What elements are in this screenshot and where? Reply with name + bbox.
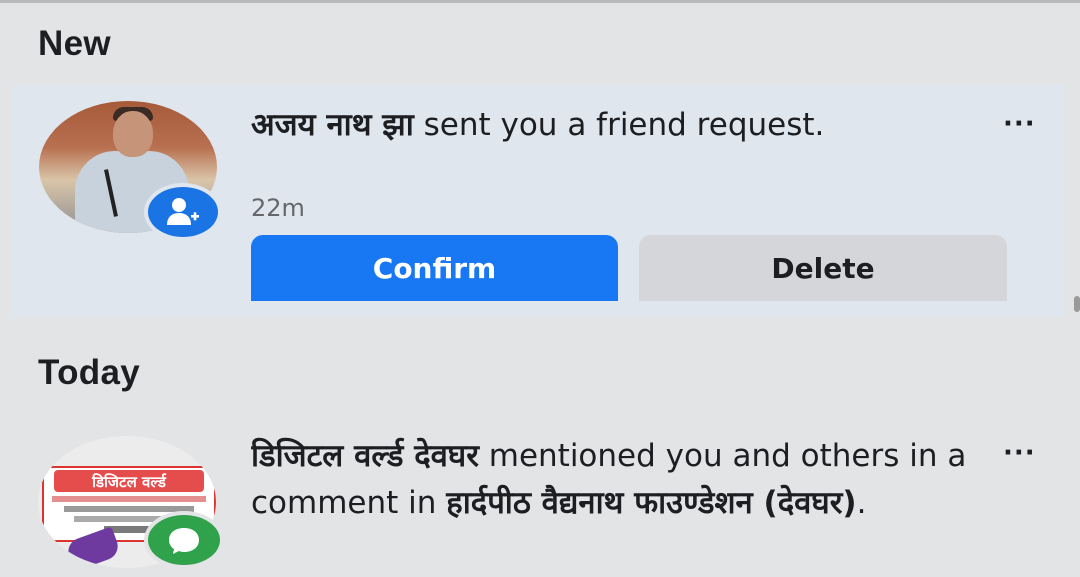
mention-text: डिजिटल वर्ल्ड देवघर mentioned you and ot… — [251, 433, 981, 573]
more-options-icon[interactable]: ··· — [1003, 111, 1036, 137]
top-divider — [0, 0, 1080, 3]
avatar-sign-logo: डिजिटल वर्ल्ड — [54, 470, 204, 492]
friend-request-text: अजय नाथ झा sent you a friend request. — [251, 104, 981, 190]
add-friend-icon — [144, 183, 222, 241]
more-options-icon-2[interactable]: ··· — [1003, 440, 1036, 466]
mention-message-end: . — [856, 485, 867, 521]
scrollbar[interactable] — [1074, 296, 1080, 312]
notification-time: 22m — [251, 194, 305, 222]
svg-text:डिजिटल वर्ल्ड: डिजिटल वर्ल्ड — [91, 473, 167, 491]
section-title-today: Today — [38, 353, 140, 392]
friend-request-message: sent you a friend request. — [413, 107, 825, 143]
sender-name[interactable]: अजय नाथ झा — [251, 107, 414, 143]
confirm-button[interactable]: Confirm — [251, 235, 618, 301]
group-name[interactable]: हार्दपीठ वैद्यनाथ फाउण्डेशन (देवघर) — [446, 485, 856, 521]
comment-icon — [144, 511, 224, 569]
delete-button[interactable]: Delete — [639, 235, 1007, 301]
page-name[interactable]: डिजिटल वर्ल्ड देवघर — [251, 438, 479, 474]
section-title-new: New — [38, 24, 111, 63]
